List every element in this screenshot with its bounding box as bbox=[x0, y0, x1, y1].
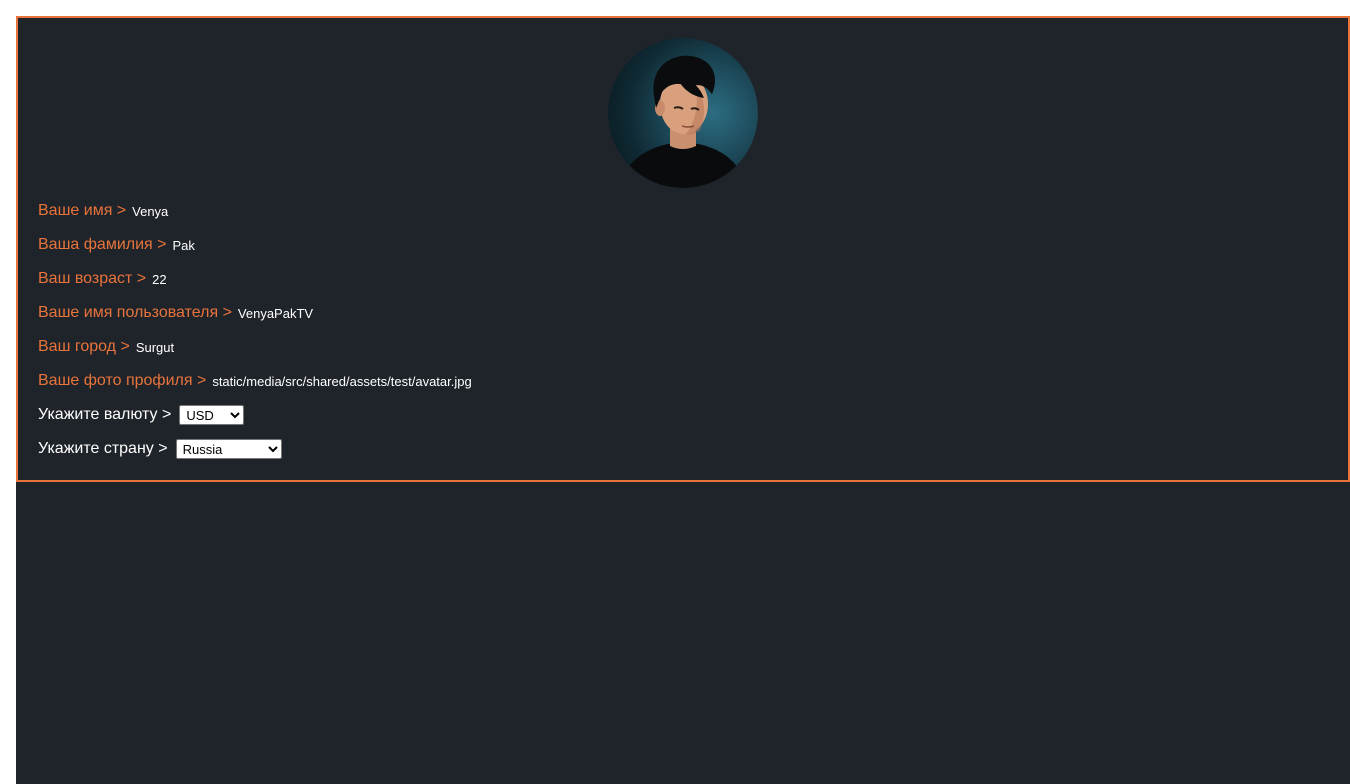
field-country: Укажите страну > Russia bbox=[38, 437, 282, 461]
username-label: Ваше имя пользователя > bbox=[38, 304, 232, 321]
field-avatar-path: Ваше фото профиля > static/media/src/sha… bbox=[38, 369, 472, 393]
field-currency: Укажите валюту > USD bbox=[38, 403, 245, 427]
country-label: Укажите страну > bbox=[38, 440, 168, 457]
page-background: Ваше имя > Venya Ваша фамилия > Pak Ваш … bbox=[16, 16, 1350, 784]
first-name-value: Venya bbox=[132, 203, 169, 219]
field-city: Ваш город > Surgut bbox=[38, 335, 174, 359]
avatar-path-value: static/media/src/shared/assets/test/avat… bbox=[212, 373, 472, 389]
last-name-value: Pak bbox=[172, 237, 195, 253]
avatar-path-label: Ваше фото профиля > bbox=[38, 372, 207, 389]
first-name-label: Ваше имя > bbox=[38, 202, 127, 219]
age-label: Ваш возраст > bbox=[38, 270, 147, 287]
currency-label: Укажите валюту > bbox=[38, 406, 172, 423]
age-value: 22 bbox=[152, 271, 167, 287]
country-select[interactable]: Russia bbox=[175, 439, 282, 459]
last-name-label: Ваша фамилия > bbox=[38, 236, 167, 253]
city-value: Surgut bbox=[135, 339, 175, 355]
username-value: VenyaPakTV bbox=[237, 305, 314, 321]
field-age: Ваш возраст > 22 bbox=[38, 267, 167, 291]
currency-select[interactable]: USD bbox=[179, 405, 245, 425]
field-username: Ваше имя пользователя > VenyaPakTV bbox=[38, 301, 313, 325]
field-last-name: Ваша фамилия > Pak bbox=[38, 233, 195, 257]
profile-avatar bbox=[608, 38, 758, 188]
city-label: Ваш город > bbox=[38, 338, 130, 355]
field-first-name: Ваше имя > Venya bbox=[38, 199, 168, 223]
avatar-illustration bbox=[618, 55, 748, 188]
profile-card: Ваше имя > Venya Ваша фамилия > Pak Ваш … bbox=[16, 16, 1350, 482]
